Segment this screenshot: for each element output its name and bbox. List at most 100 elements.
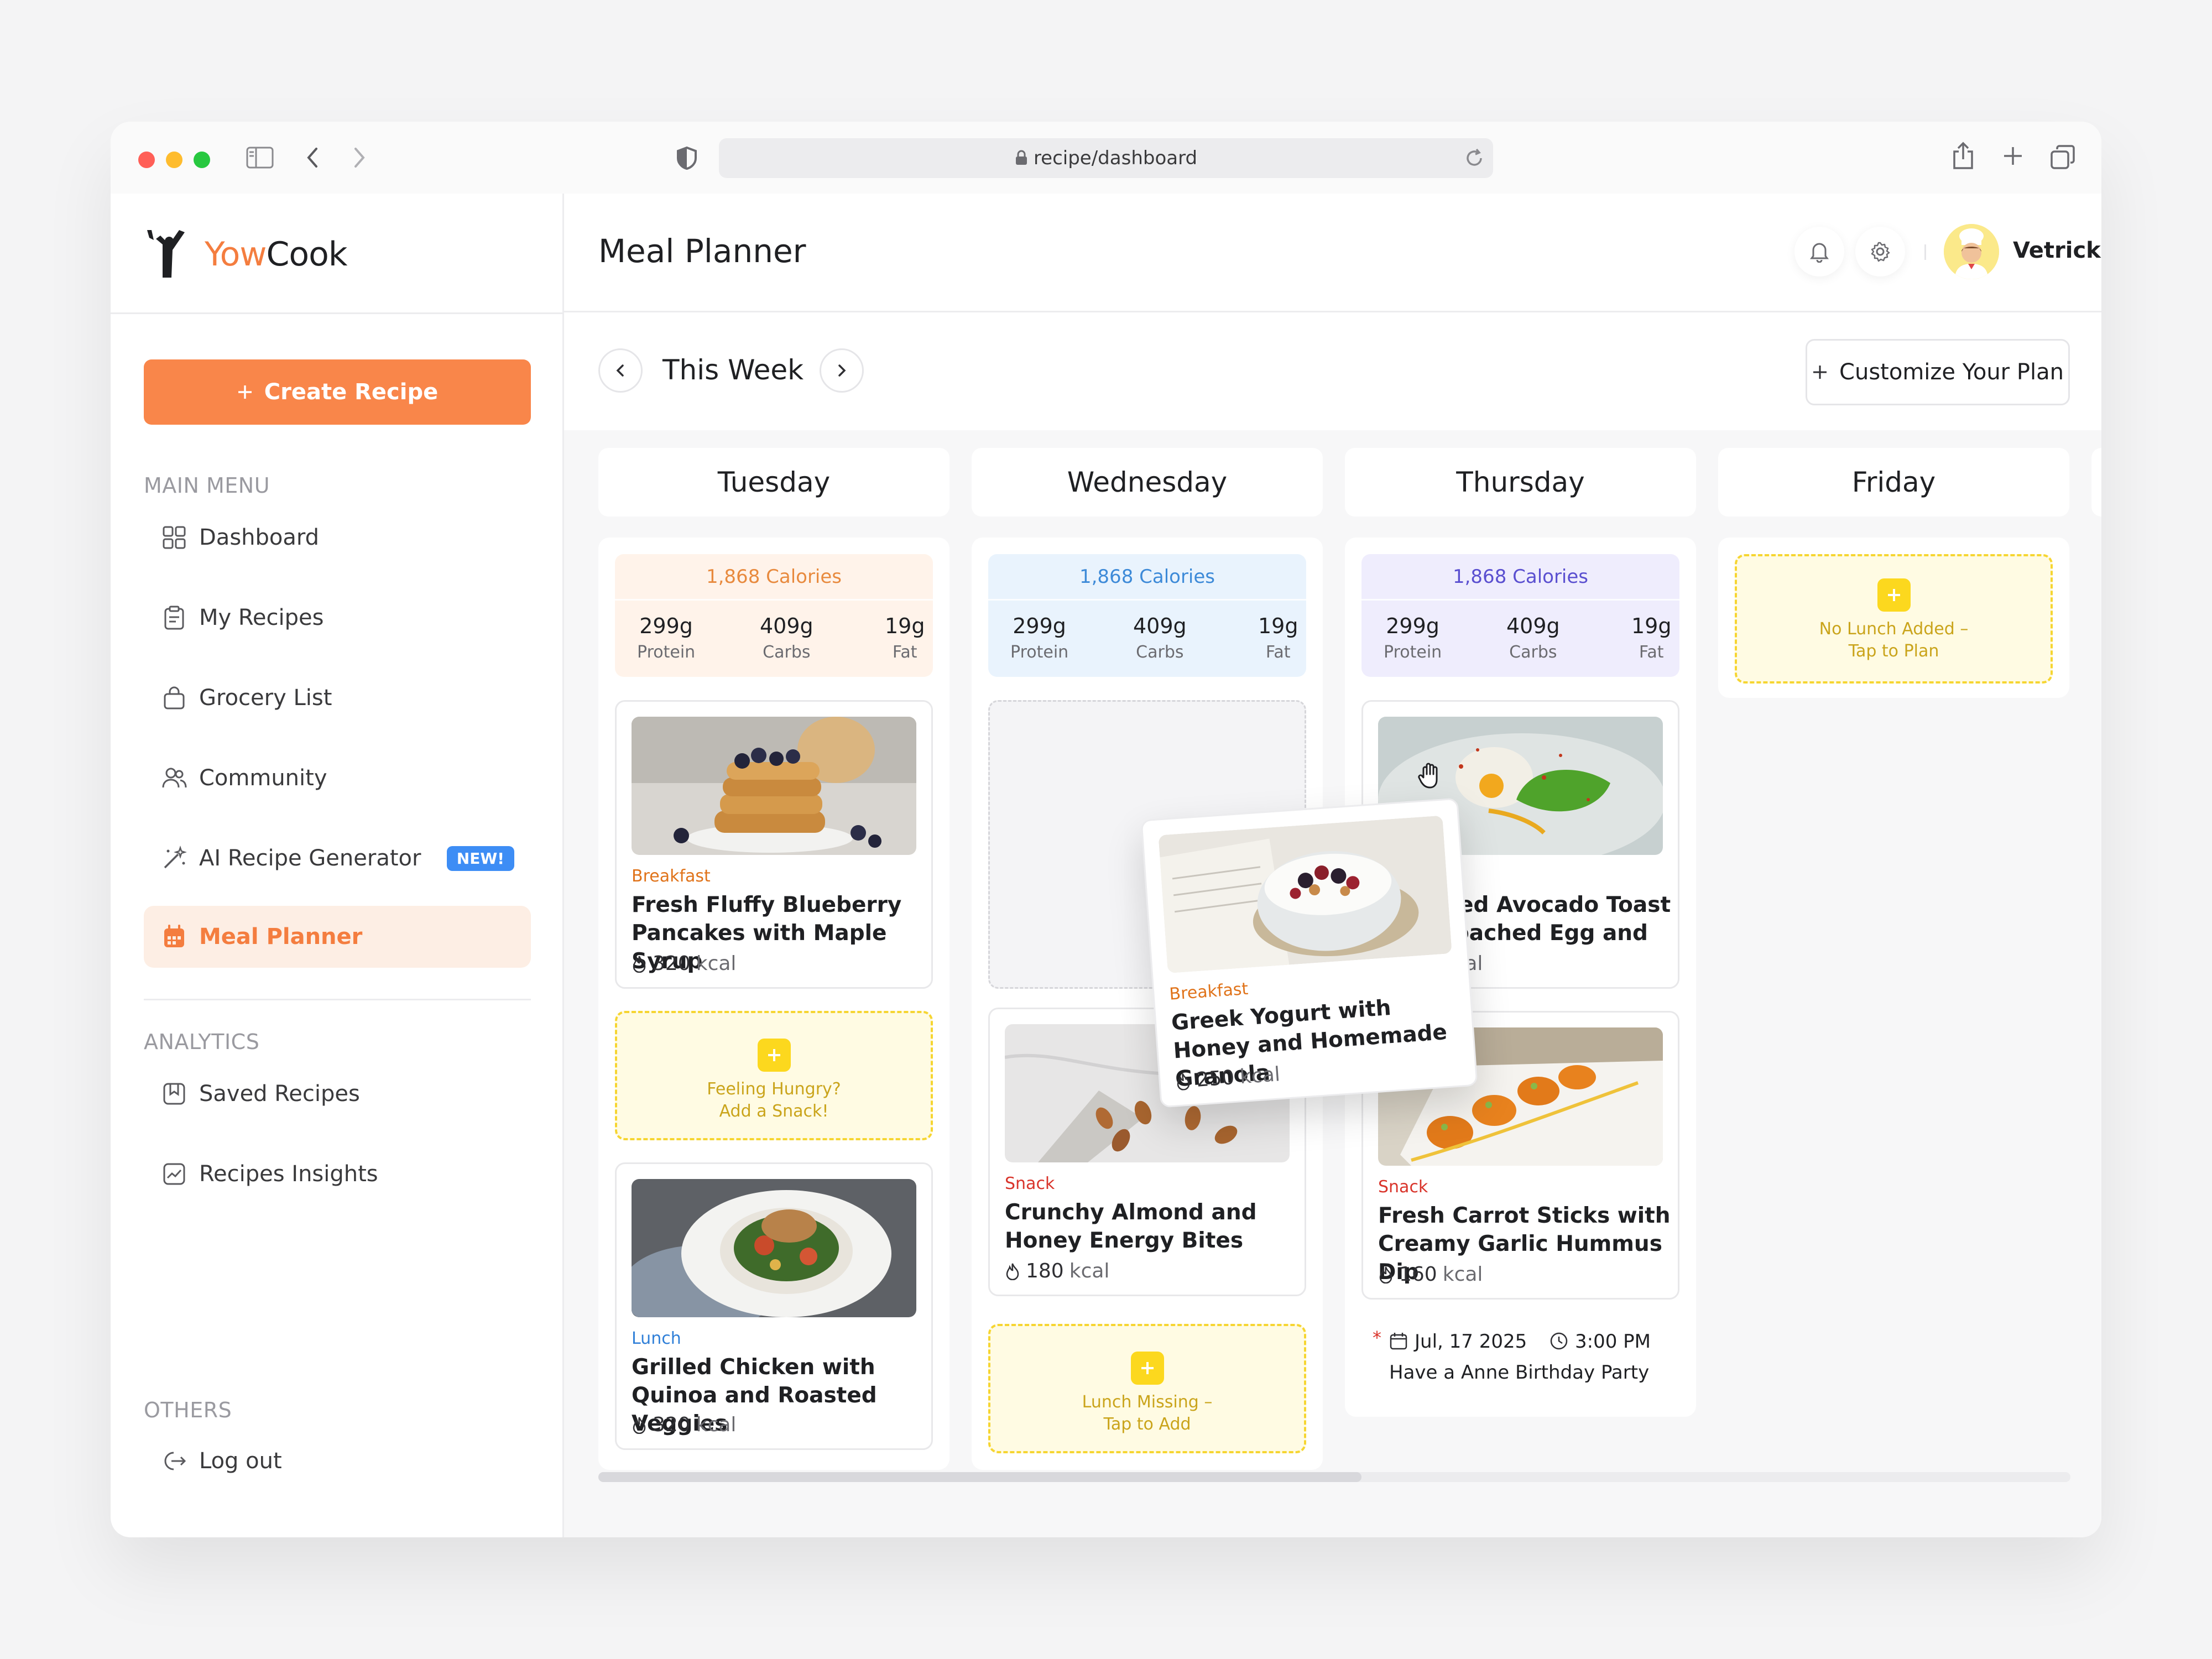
macro-value: 299g — [639, 614, 693, 638]
macro-value: 19g — [885, 614, 925, 638]
avatar[interactable] — [1944, 224, 1999, 279]
sidebar-toggle-icon[interactable] — [246, 147, 274, 169]
nav-label: Grocery List — [199, 685, 332, 711]
placeholder-line2: Tap to Add — [1103, 1415, 1191, 1434]
previous-week-button[interactable] — [598, 348, 643, 393]
event-required-marker: * — [1373, 1327, 1381, 1348]
macro-protein: 299g Protein — [1384, 614, 1442, 662]
nav-item-ai-recipe-generator[interactable]: AI Recipe Generator NEW! — [144, 827, 531, 889]
shield-icon[interactable] — [676, 146, 698, 170]
meal-card-tuesday-breakfast[interactable]: Breakfast Fresh Fluffy Blueberry Pancake… — [615, 700, 933, 989]
settings-button[interactable] — [1855, 227, 1905, 276]
logo-text-part2: Cook — [266, 235, 347, 274]
nav-item-grocery-list[interactable]: Grocery List — [144, 667, 531, 729]
plus-icon — [1813, 366, 1827, 379]
logout-icon — [164, 1452, 186, 1470]
nav-label: Recipes Insights — [199, 1161, 378, 1187]
scrollbar-thumb[interactable] — [598, 1472, 1361, 1482]
day-header-thursday: Thursday — [1345, 448, 1696, 517]
lock-icon — [1015, 150, 1027, 165]
calorie-total: 1,868 Calories — [988, 554, 1306, 601]
main-menu-heading: MAIN MENU — [144, 473, 270, 498]
tabs-icon[interactable] — [2049, 144, 2076, 170]
macro-label: Protein — [1384, 643, 1442, 662]
meal-calories: 180 kcal — [1005, 1260, 1109, 1282]
placeholder-line1: Lunch Missing – — [1082, 1392, 1213, 1412]
next-week-button[interactable] — [820, 348, 864, 393]
macro-label: Fat — [892, 643, 917, 662]
calorie-total: 1,868 Calories — [1361, 554, 1679, 601]
calorie-summary: 1,868 Calories 299g Protein 409g Carbs 19g… — [988, 554, 1306, 677]
username[interactable]: VetrickW — [2013, 238, 2101, 263]
macro-fat: 19g Fat — [1631, 614, 1671, 662]
chef-logo-icon — [147, 230, 185, 278]
macro-carbs: 409g Carbs — [1133, 614, 1187, 662]
nav-item-recipes-insights[interactable]: Recipes Insights — [144, 1143, 531, 1205]
create-recipe-button[interactable]: Create Recipe — [144, 359, 531, 425]
kcal-unit: kcal — [696, 1413, 737, 1436]
macro-label: Fat — [1639, 643, 1664, 662]
nav-item-my-recipes[interactable]: My Recipes — [144, 587, 531, 649]
address-bar[interactable]: recipe/dashboard — [719, 138, 1493, 178]
day-column-tuesday: 1,868 Calories 299g Protein 409g Carbs 19g… — [598, 538, 950, 1470]
clock-icon — [1550, 1332, 1568, 1350]
notifications-button[interactable] — [1794, 227, 1844, 276]
pancakes-image — [632, 717, 916, 855]
dragged-meal-card-wednesday-breakfast[interactable]: Breakfast Greek Yogurt with Honey and Ho… — [1140, 797, 1478, 1108]
browser-window: recipe/dashboard YowCook Create Recipe M… — [111, 122, 2101, 1537]
chef-avatar-icon — [1944, 224, 1999, 279]
nav-label: Community — [199, 765, 327, 791]
meal-card-tuesday-lunch[interactable]: Lunch Grilled Chicken with Quinoa and Ro… — [615, 1162, 933, 1450]
users-icon — [162, 768, 187, 788]
week-label: This Week — [662, 354, 804, 386]
reload-icon[interactable] — [1464, 148, 1484, 168]
add-lunch-wednesday[interactable]: Lunch Missing – Tap to Add — [988, 1324, 1306, 1453]
day-column-friday: No Lunch Added – Tap to Plan — [1718, 538, 2069, 698]
share-icon[interactable] — [1951, 142, 1975, 170]
kcal-value: 160 — [1399, 1263, 1437, 1286]
analytics-heading: ANALYTICS — [144, 1030, 260, 1054]
calorie-summary: 1,868 Calories 299g Protein 409g Carbs 19g… — [1361, 554, 1679, 677]
maximize-window-button[interactable] — [194, 152, 210, 168]
nav-item-saved-recipes[interactable]: Saved Recipes — [144, 1063, 531, 1125]
meal-calories: 320 kcal — [632, 952, 736, 975]
close-window-button[interactable] — [138, 152, 155, 168]
app-logo[interactable]: YowCook — [144, 227, 348, 282]
nav-item-meal-planner[interactable]: Meal Planner — [144, 906, 531, 968]
event-card[interactable]: * Jul, 17 2025 3:00 PM Have a Anne Birth… — [1361, 1318, 1679, 1396]
flame-icon — [633, 956, 646, 973]
plus-icon — [757, 1039, 791, 1072]
placeholder-line2: Tap to Plan — [1848, 641, 1939, 661]
customize-plan-button[interactable]: Customize Your Plan — [1806, 339, 2070, 405]
kcal-unit: kcal — [1239, 1063, 1281, 1089]
nav-item-logout[interactable]: Log out — [144, 1430, 531, 1492]
event-date: Jul, 17 2025 — [1415, 1331, 1527, 1353]
macro-label: Carbs — [1136, 643, 1184, 662]
placeholder-line1: Feeling Hungry? — [707, 1079, 841, 1099]
nav-label: Log out — [199, 1448, 282, 1474]
nav-item-dashboard[interactable]: Dashboard — [144, 507, 531, 568]
chevron-left-icon — [616, 364, 624, 377]
add-snack-tuesday[interactable]: Feeling Hungry? Add a Snack! — [615, 1011, 933, 1140]
horizontal-scrollbar[interactable] — [598, 1472, 2070, 1482]
grab-cursor-icon — [1418, 763, 1438, 789]
macro-label: Protein — [1010, 643, 1069, 662]
add-lunch-friday[interactable]: No Lunch Added – Tap to Plan — [1735, 554, 2053, 684]
week-navigation: This Week Customize Your Plan — [564, 314, 2101, 430]
page-header: Meal Planner VetrickW — [564, 194, 2101, 312]
day-header-next — [2091, 448, 2101, 517]
nav-item-community[interactable]: Community — [144, 747, 531, 809]
new-tab-icon[interactable] — [2002, 145, 2024, 167]
plus-icon — [1877, 578, 1911, 612]
meal-board: Tuesday Wednesday Thursday Friday 1,868 … — [564, 430, 2101, 1537]
macro-value: 409g — [1506, 614, 1560, 638]
minimize-window-button[interactable] — [166, 152, 182, 168]
placeholder-line1: No Lunch Added – — [1819, 619, 1969, 639]
macro-protein: 299g Protein — [1010, 614, 1068, 662]
chicken-quinoa-image — [632, 1179, 916, 1317]
forward-icon[interactable] — [351, 147, 368, 169]
back-icon[interactable] — [304, 147, 321, 169]
meal-name: Crunchy Almond and Honey Energy Bites — [1005, 1200, 1257, 1253]
kcal-value: 320 — [653, 1413, 691, 1436]
sidebar-divider — [111, 312, 564, 314]
